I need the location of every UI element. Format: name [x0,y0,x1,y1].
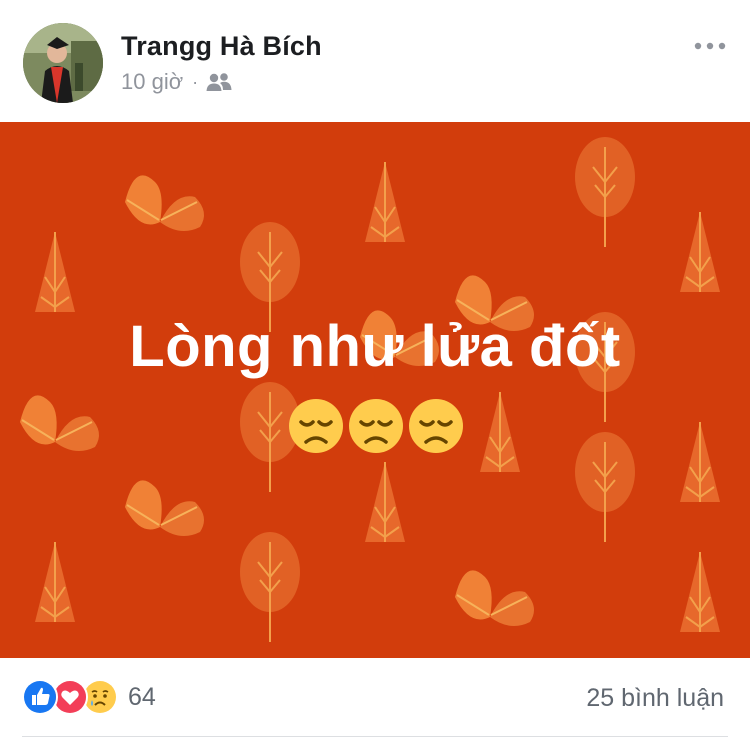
disappointed-face-icon [289,399,343,453]
post-meta: 10 giờ · [121,68,232,96]
author-avatar[interactable] [23,23,103,103]
meta-separator: · [192,71,199,92]
reaction-count: 64 [128,682,156,711]
author-name[interactable]: Trangg Hà Bích [121,31,322,62]
disappointed-face-icon [349,399,403,453]
avatar-photo [23,23,103,103]
comment-count-link[interactable]: 25 bình luận [586,684,724,713]
colored-background-post[interactable]: Lòng như lửa đốt [0,122,750,658]
more-options-icon[interactable] [692,34,728,58]
friends-icon[interactable] [206,72,232,92]
disappointed-face-icon [409,399,463,453]
footer-divider [22,736,728,737]
autumn-leaves-pattern [19,136,721,643]
reaction-summary[interactable]: 64 [22,679,156,715]
post-header: Trangg Hà Bích 10 giờ · [0,0,750,122]
emoji-row [286,396,466,456]
like-reaction-icon [22,679,58,715]
post-timestamp[interactable]: 10 giờ [121,69,183,95]
post-text: Lòng như lửa đốt [129,314,621,379]
post-footer: 64 25 bình luận [0,658,750,738]
